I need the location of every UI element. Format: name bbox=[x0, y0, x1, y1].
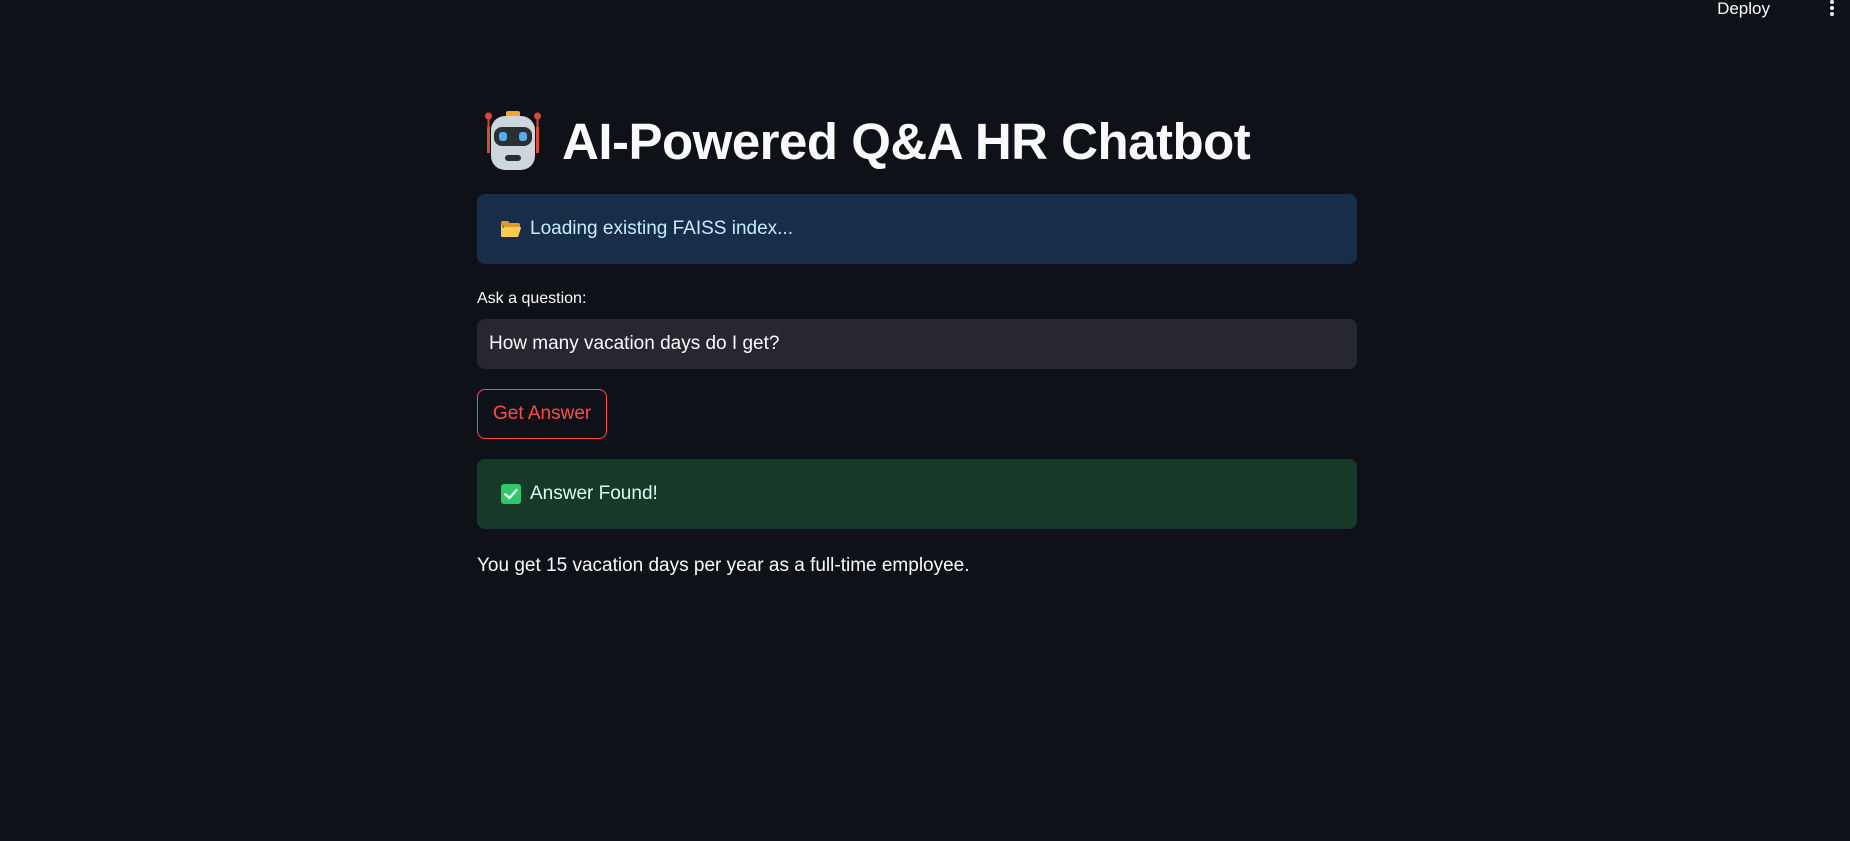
open-folder-icon bbox=[500, 219, 522, 239]
answer-text: You get 15 vacation days per year as a f… bbox=[477, 555, 970, 576]
kebab-menu-icon[interactable] bbox=[1828, 0, 1836, 18]
robot-icon bbox=[485, 111, 541, 170]
page-title-text: AI-Powered Q&A HR Chatbot bbox=[562, 112, 1251, 170]
get-answer-button[interactable]: Get Answer bbox=[477, 389, 608, 439]
question-input[interactable] bbox=[477, 319, 1357, 369]
check-mark-icon bbox=[500, 484, 522, 504]
deploy-button[interactable]: Deploy bbox=[1717, 0, 1770, 17]
success-alert: Answer Found! bbox=[477, 459, 1357, 529]
page-title: AI-Powered Q&A HR Chatbot bbox=[477, 108, 1357, 174]
info-alert: Loading existing FAISS index... bbox=[477, 194, 1357, 264]
info-alert-text: Loading existing FAISS index... bbox=[530, 218, 793, 239]
app-header: Deploy bbox=[0, 0, 1850, 22]
success-alert-text: Answer Found! bbox=[530, 483, 658, 504]
question-label: Ask a question: bbox=[477, 290, 587, 307]
main-container: AI-Powered Q&A HR Chatbot Loading existi… bbox=[477, 108, 1357, 577]
